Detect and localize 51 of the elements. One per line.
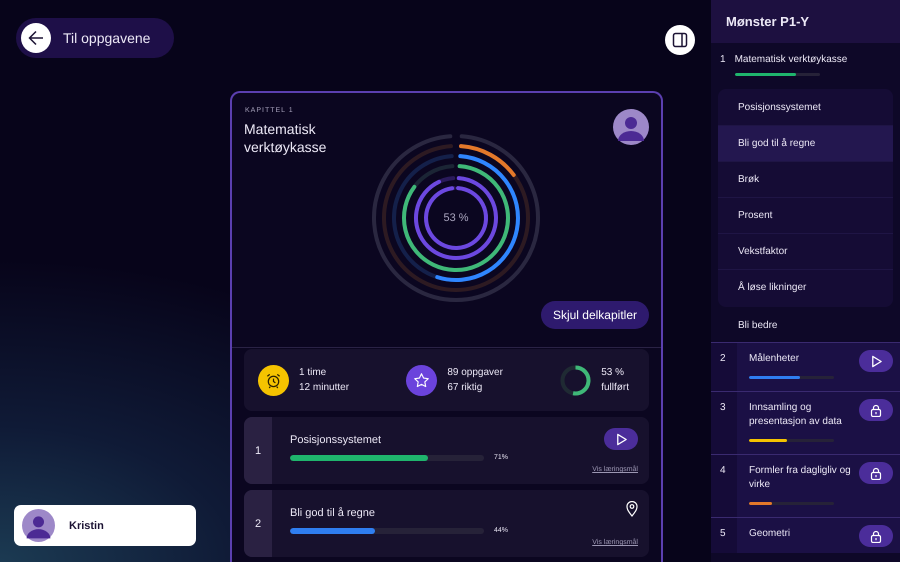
- lock-icon: [870, 466, 882, 480]
- sidebar-title: Mønster P1-Y: [726, 14, 810, 29]
- user-name: Kristin: [69, 520, 104, 532]
- progress-percent: 53 %: [443, 212, 469, 224]
- subchapter-title: Bli god til å regne: [290, 507, 376, 519]
- chapter-row[interactable]: 5 Geometri: [711, 517, 900, 553]
- chapter-title: Målenheter: [749, 352, 800, 366]
- user-card[interactable]: Kristin: [14, 505, 196, 546]
- back-button[interactable]: Til oppgavene: [16, 18, 174, 58]
- subchapter-number: 2: [244, 490, 272, 557]
- subchapter-item[interactable]: Vekstfaktor: [718, 233, 893, 269]
- chapter-title: Geometri: [749, 527, 792, 541]
- subchapter-title: Posisjonssystemet: [290, 434, 382, 446]
- chapter-number: 3: [711, 392, 737, 454]
- stat-text: 89 oppgaver 67 riktig: [447, 366, 503, 395]
- chapter-number: 4: [711, 455, 737, 517]
- chapter-number: 2: [711, 343, 737, 391]
- play-button[interactable]: [859, 350, 893, 372]
- locked-button[interactable]: [859, 525, 893, 547]
- subchapter-item[interactable]: Bli god til å regne: [718, 125, 893, 161]
- hide-subchapters-button[interactable]: Skjul delkapitler: [540, 301, 649, 329]
- subchapter-item[interactable]: Å løse likninger: [718, 269, 893, 305]
- chapter-row[interactable]: 3 Innsamling og presentasjon av data: [711, 391, 900, 454]
- lock-icon: [870, 530, 882, 542]
- play-icon: [614, 432, 628, 446]
- stat-text: 53 % fullført: [601, 366, 629, 395]
- locked-button[interactable]: [859, 399, 893, 421]
- play-button[interactable]: [604, 428, 638, 450]
- stat-text: 1 time 12 minutter: [299, 366, 350, 395]
- sidebar-icon: [672, 32, 688, 48]
- subchapter-item[interactable]: Posisjonssystemet: [718, 90, 893, 125]
- locked-button[interactable]: [859, 462, 893, 484]
- chapter-number: 1: [720, 54, 726, 67]
- play-icon: [870, 354, 882, 368]
- chapter-title[interactable]: Matematisk verktøykasse: [734, 54, 848, 65]
- lock-icon: [870, 404, 882, 416]
- avatar-icon: [613, 109, 649, 145]
- alarm-clock-icon: [258, 364, 289, 396]
- subchapter-item[interactable]: Brøk: [718, 161, 893, 197]
- chapter-row[interactable]: 4 Formler fra dagligliv og virke: [711, 454, 900, 517]
- chapter-title: Matematisk verktøykasse: [244, 120, 328, 156]
- subchapter-item[interactable]: Prosent: [718, 197, 893, 233]
- avatar-icon: [22, 509, 55, 542]
- sidebar-toggle-button[interactable]: [665, 25, 695, 55]
- chapter-title: Formler fra dagligliv og virke: [749, 464, 851, 492]
- location-pin-icon[interactable]: [626, 501, 638, 517]
- subchapter-number: 1: [244, 417, 272, 484]
- chapter-number: 5: [711, 518, 737, 553]
- chapter-title: Innsamling og presentasjon av data: [749, 401, 843, 429]
- chapter-row[interactable]: 2 Målenheter: [711, 342, 900, 391]
- subchapter-item[interactable]: Bli bedre: [711, 308, 900, 342]
